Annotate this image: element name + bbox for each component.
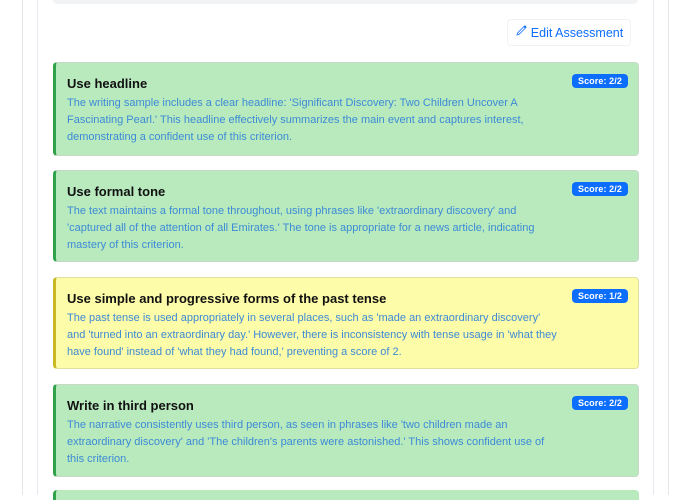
criterion-title: Use formal tone (67, 184, 166, 199)
edit-assessment-label: Edit Assessment (530, 25, 624, 40)
panel-border-left (37, 0, 38, 495)
criterion-card: Use headline Score: 2/2 The writing samp… (53, 62, 639, 156)
panel-border-right (653, 0, 654, 495)
criterion-card: Write in third person Score: 2/2 The nar… (53, 384, 639, 477)
score-badge: Score: 2/2 (571, 396, 628, 410)
criterion-card: Use formal tone Score: 2/2 The text main… (53, 170, 639, 262)
outer-border-right (668, 0, 669, 495)
pencil-icon (515, 25, 527, 40)
criterion-title: Write in third person (67, 398, 194, 413)
criterion-card: Use simple and progressive forms of the … (53, 277, 639, 369)
next-criterion-card (53, 490, 639, 500)
criterion-feedback: The narrative consistently uses third pe… (67, 419, 545, 465)
criterion-title: Use simple and progressive forms of the … (67, 291, 387, 306)
previous-section-strip (53, 0, 638, 4)
edit-assessment-button[interactable]: Edit Assessment (507, 19, 631, 46)
criterion-feedback: The writing sample includes a clear head… (67, 97, 524, 143)
score-badge: Score: 2/2 (571, 182, 628, 196)
score-badge: Score: 1/2 (571, 289, 628, 303)
criterion-title: Use headline (67, 76, 148, 91)
outer-border-left (22, 0, 23, 495)
criterion-feedback: The past tense is used appropriately in … (67, 312, 557, 358)
criterion-feedback: The text maintains a formal tone through… (67, 205, 535, 251)
score-badge: Score: 2/2 (571, 74, 628, 88)
